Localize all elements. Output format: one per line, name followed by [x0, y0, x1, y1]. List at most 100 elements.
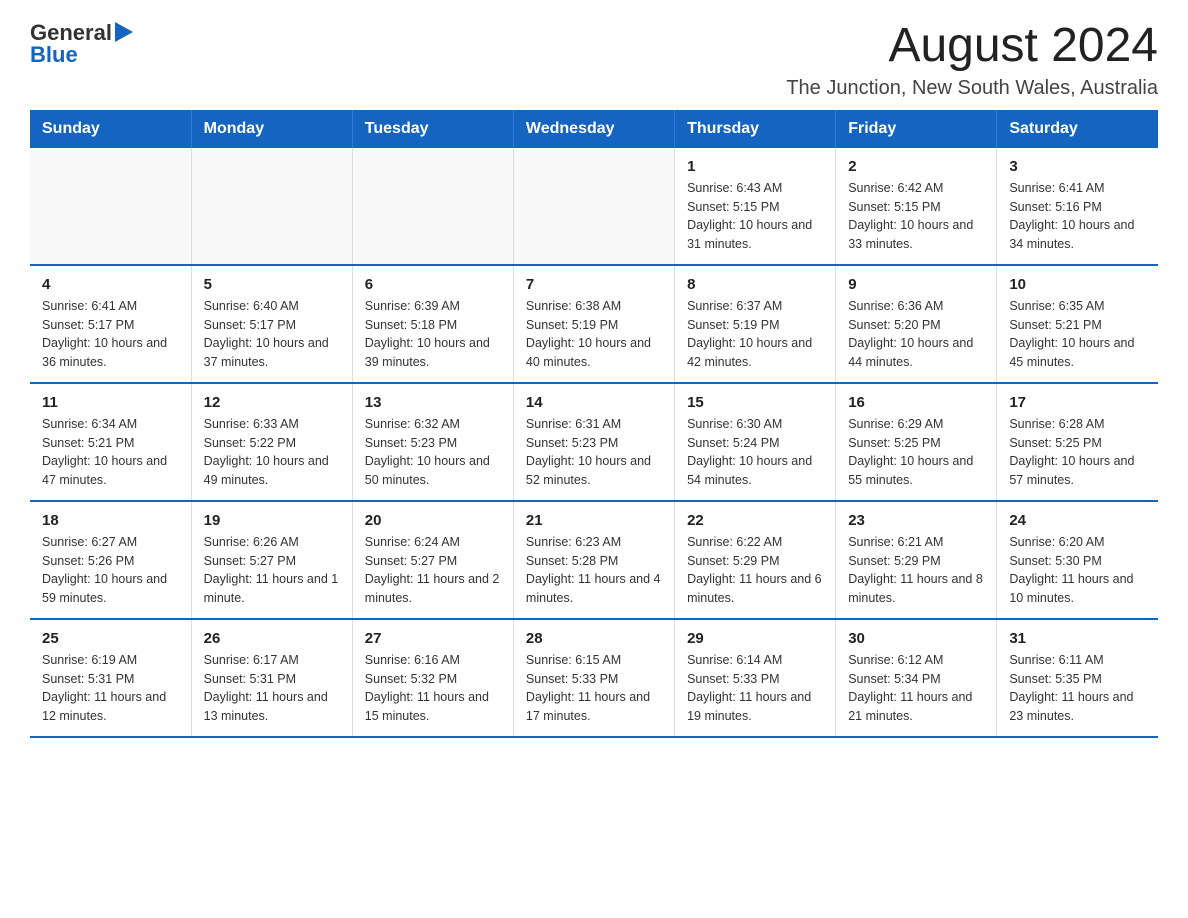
weekday-header-row: SundayMondayTuesdayWednesdayThursdayFrid…: [30, 110, 1158, 148]
calendar-cell: 30 Sunrise: 6:12 AMSunset: 5:34 PMDayligh…: [836, 619, 997, 737]
weekday-header-wednesday: Wednesday: [513, 110, 674, 148]
calendar-cell: 29Sunrise: 6:14 AMSunset: 5:33 PMDayligh…: [675, 619, 836, 737]
day-info: Sunrise: 6:14 AMSunset: 5:33 PMDaylight:…: [687, 651, 823, 726]
calendar-header: SundayMondayTuesdayWednesdayThursdayFrid…: [30, 110, 1158, 148]
calendar-cell: [191, 148, 352, 265]
day-number: 23: [848, 512, 984, 529]
day-info: Sunrise: 6:22 AMSunset: 5:29 PMDaylight:…: [687, 533, 823, 608]
calendar-cell: 17 Sunrise: 6:28 AMSunset: 5:25 PMDayligh…: [997, 383, 1158, 501]
calendar-body: 1Sunrise: 6:43 AMSunset: 5:15 PMDaylight…: [30, 148, 1158, 737]
day-number: 12: [204, 394, 340, 411]
day-info: Sunrise: 6:31 AMSunset: 5:23 PMDaylight:…: [526, 415, 662, 490]
calendar-cell: 10 Sunrise: 6:35 AMSunset: 5:21 PMDayligh…: [997, 265, 1158, 383]
day-info: Sunrise: 6:24 AMSunset: 5:27 PMDaylight:…: [365, 533, 501, 608]
calendar-cell: 22 Sunrise: 6:22 AMSunset: 5:29 PMDayligh…: [675, 501, 836, 619]
day-number: 22: [687, 512, 823, 529]
calendar-cell: 2 Sunrise: 6:42 AMSunset: 5:15 PMDaylight…: [836, 148, 997, 265]
day-info: Sunrise: 6:27 AMSunset: 5:26 PMDaylight:…: [42, 533, 179, 608]
day-number: 14: [526, 394, 662, 411]
day-info: Sunrise: 6:39 AMSunset: 5:18 PMDaylight:…: [365, 297, 501, 372]
day-number: 11: [42, 394, 179, 411]
day-info: Sunrise: 6:19 AMSunset: 5:31 PMDaylight:…: [42, 651, 179, 726]
day-info: Sunrise: 6:28 AMSunset: 5:25 PMDaylight:…: [1009, 415, 1146, 490]
day-info: Sunrise: 6:32 AMSunset: 5:23 PMDaylight:…: [365, 415, 501, 490]
calendar-cell: 15Sunrise: 6:30 AMSunset: 5:24 PMDayligh…: [675, 383, 836, 501]
calendar-week-row: 25 Sunrise: 6:19 AMSunset: 5:31 PMDayligh…: [30, 619, 1158, 737]
calendar-cell: [30, 148, 191, 265]
day-info: Sunrise: 6:33 AMSunset: 5:22 PMDaylight:…: [204, 415, 340, 490]
day-number: 25: [42, 630, 179, 647]
calendar-week-row: 18 Sunrise: 6:27 AMSunset: 5:26 PMDayligh…: [30, 501, 1158, 619]
day-number: 13: [365, 394, 501, 411]
day-number: 28: [526, 630, 662, 647]
calendar-cell: 12 Sunrise: 6:33 AMSunset: 5:22 PMDayligh…: [191, 383, 352, 501]
logo-blue: Blue: [30, 42, 78, 68]
calendar-cell: 24Sunrise: 6:20 AMSunset: 5:30 PMDayligh…: [997, 501, 1158, 619]
day-info: Sunrise: 6:12 AMSunset: 5:34 PMDaylight:…: [848, 651, 984, 726]
day-info: Sunrise: 6:16 AMSunset: 5:32 PMDaylight:…: [365, 651, 501, 726]
page-header: General Blue August 2024 The Junction, N…: [30, 20, 1158, 100]
calendar-cell: 8Sunrise: 6:37 AMSunset: 5:19 PMDaylight…: [675, 265, 836, 383]
day-info: Sunrise: 6:35 AMSunset: 5:21 PMDaylight:…: [1009, 297, 1146, 372]
day-info: Sunrise: 6:29 AMSunset: 5:25 PMDaylight:…: [848, 415, 984, 490]
day-number: 27: [365, 630, 501, 647]
day-number: 17: [1009, 394, 1146, 411]
weekday-header-thursday: Thursday: [675, 110, 836, 148]
day-number: 7: [526, 276, 662, 293]
day-info: Sunrise: 6:23 AMSunset: 5:28 PMDaylight:…: [526, 533, 662, 608]
calendar-cell: 28 Sunrise: 6:15 AMSunset: 5:33 PMDayligh…: [513, 619, 674, 737]
calendar-cell: 6 Sunrise: 6:39 AMSunset: 5:18 PMDaylight…: [352, 265, 513, 383]
calendar-cell: 21 Sunrise: 6:23 AMSunset: 5:28 PMDayligh…: [513, 501, 674, 619]
calendar-cell: 31 Sunrise: 6:11 AMSunset: 5:35 PMDayligh…: [997, 619, 1158, 737]
calendar-cell: 7Sunrise: 6:38 AMSunset: 5:19 PMDaylight…: [513, 265, 674, 383]
calendar-cell: 11 Sunrise: 6:34 AMSunset: 5:21 PMDayligh…: [30, 383, 191, 501]
day-info: Sunrise: 6:41 AMSunset: 5:17 PMDaylight:…: [42, 297, 179, 372]
calendar-cell: 1Sunrise: 6:43 AMSunset: 5:15 PMDaylight…: [675, 148, 836, 265]
day-number: 21: [526, 512, 662, 529]
calendar-cell: 25 Sunrise: 6:19 AMSunset: 5:31 PMDayligh…: [30, 619, 191, 737]
calendar-cell: 19Sunrise: 6:26 AMSunset: 5:27 PMDayligh…: [191, 501, 352, 619]
logo: General Blue: [30, 20, 133, 68]
calendar-cell: [513, 148, 674, 265]
weekday-header-sunday: Sunday: [30, 110, 191, 148]
day-number: 16: [848, 394, 984, 411]
day-number: 24: [1009, 512, 1146, 529]
day-number: 10: [1009, 276, 1146, 293]
calendar-cell: 18 Sunrise: 6:27 AMSunset: 5:26 PMDayligh…: [30, 501, 191, 619]
day-info: Sunrise: 6:11 AMSunset: 5:35 PMDaylight:…: [1009, 651, 1146, 726]
day-info: Sunrise: 6:34 AMSunset: 5:21 PMDaylight:…: [42, 415, 179, 490]
day-number: 26: [204, 630, 340, 647]
title-area: August 2024 The Junction, New South Wale…: [786, 20, 1158, 100]
day-number: 31: [1009, 630, 1146, 647]
calendar-cell: 3 Sunrise: 6:41 AMSunset: 5:16 PMDaylight…: [997, 148, 1158, 265]
day-number: 30: [848, 630, 984, 647]
calendar-cell: 23 Sunrise: 6:21 AMSunset: 5:29 PMDayligh…: [836, 501, 997, 619]
calendar-week-row: 1Sunrise: 6:43 AMSunset: 5:15 PMDaylight…: [30, 148, 1158, 265]
day-info: Sunrise: 6:21 AMSunset: 5:29 PMDaylight:…: [848, 533, 984, 608]
day-info: Sunrise: 6:43 AMSunset: 5:15 PMDaylight:…: [687, 179, 823, 254]
weekday-header-friday: Friday: [836, 110, 997, 148]
weekday-header-tuesday: Tuesday: [352, 110, 513, 148]
weekday-header-monday: Monday: [191, 110, 352, 148]
day-number: 5: [204, 276, 340, 293]
day-number: 4: [42, 276, 179, 293]
day-info: Sunrise: 6:17 AMSunset: 5:31 PMDaylight:…: [204, 651, 340, 726]
day-info: Sunrise: 6:41 AMSunset: 5:16 PMDaylight:…: [1009, 179, 1146, 254]
day-number: 6: [365, 276, 501, 293]
day-number: 19: [204, 512, 340, 529]
day-number: 2: [848, 158, 984, 175]
day-info: Sunrise: 6:37 AMSunset: 5:19 PMDaylight:…: [687, 297, 823, 372]
day-info: Sunrise: 6:15 AMSunset: 5:33 PMDaylight:…: [526, 651, 662, 726]
month-title: August 2024: [786, 20, 1158, 73]
day-number: 9: [848, 276, 984, 293]
day-info: Sunrise: 6:36 AMSunset: 5:20 PMDaylight:…: [848, 297, 984, 372]
calendar-cell: 16 Sunrise: 6:29 AMSunset: 5:25 PMDayligh…: [836, 383, 997, 501]
day-number: 18: [42, 512, 179, 529]
day-number: 3: [1009, 158, 1146, 175]
day-info: Sunrise: 6:42 AMSunset: 5:15 PMDaylight:…: [848, 179, 984, 254]
day-info: Sunrise: 6:30 AMSunset: 5:24 PMDaylight:…: [687, 415, 823, 490]
calendar-cell: 14 Sunrise: 6:31 AMSunset: 5:23 PMDayligh…: [513, 383, 674, 501]
calendar-cell: 20Sunrise: 6:24 AMSunset: 5:27 PMDayligh…: [352, 501, 513, 619]
calendar-cell: 4 Sunrise: 6:41 AMSunset: 5:17 PMDaylight…: [30, 265, 191, 383]
day-info: Sunrise: 6:40 AMSunset: 5:17 PMDaylight:…: [204, 297, 340, 372]
